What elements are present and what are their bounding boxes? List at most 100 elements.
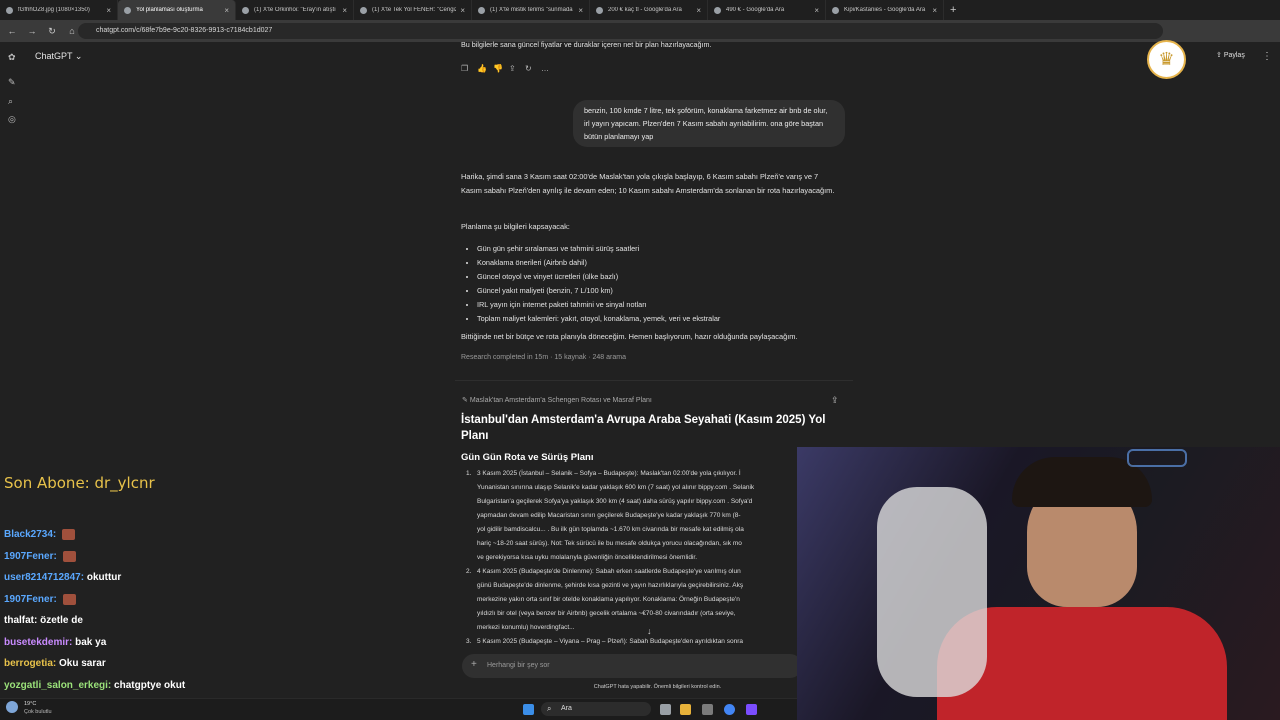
browser-tab[interactable]: (1) X'te Orkinhoi: "Eray'ın atıştı × [236,0,354,20]
share-icon[interactable]: ⇪ [509,64,525,73]
chat-username: 1907Fener: [4,593,57,605]
app-icon[interactable] [746,704,757,715]
pen-icon: ✎ [462,397,470,404]
weather-desc[interactable]: Çok bulutlu [24,709,52,715]
plan-list-item: Gün gün şehir sıralaması ve tahmini sürü… [477,242,837,256]
browser-tab[interactable]: (1) X'te mistik terims "sunmada × [472,0,590,20]
section-title: Gün Gün Rota ve Sürüş Planı [461,452,594,463]
tab-close-icon[interactable]: × [224,6,229,15]
more-icon[interactable]: … [541,64,557,73]
chat-text: Oku sarar [59,658,106,669]
emote-icon [62,529,76,540]
reload-icon[interactable]: ↻ [44,23,60,39]
back-icon[interactable]: ← [4,23,20,39]
tab-close-icon[interactable]: × [932,6,937,15]
tab-favicon-icon [596,6,603,14]
tab-favicon-icon [6,6,13,14]
tab-close-icon[interactable]: × [578,6,583,15]
tab-title: (1) X'te mistik terims "sunmada [490,7,573,13]
address-input[interactable]: chatgpt.com/c/68fe7b9e-9c20-8326-9913-c7… [78,23,1163,39]
chevron-down-icon: ⌄ [74,51,83,61]
tab-favicon-icon [714,6,721,14]
tab-favicon-icon [832,6,839,14]
webcam-feed [797,447,1280,720]
tab-title: (1) X'te Orkinhoi: "Eray'ın atıştı [254,7,336,13]
plan-heading: Planlama şu bilgileri kapsayacak: [461,222,570,231]
tab-title: 490 € - Google'da Ara [726,7,785,13]
regenerate-icon[interactable]: ↻ [525,64,541,73]
windows-taskbar: 19°C Çok bulutlu Ara ⌕ [0,698,797,720]
search-icon[interactable]: ⌕ [8,96,18,106]
plus-icon[interactable]: + [471,659,477,670]
step-line: merkezine yakın orta sınıf bir otelde ko… [477,596,740,603]
step-line: ve gerekiyorsa kısa uyku molalarıyla güv… [477,554,698,561]
tab-close-icon[interactable]: × [696,6,701,15]
thumbs-up-icon[interactable]: 👍 [477,64,493,73]
openai-logo-icon[interactable]: ✿ [8,52,18,62]
export-icon[interactable]: ⇪ [831,395,839,406]
step-line: günü Budapeşte'de dinlenme, şehirde kısa… [477,582,744,589]
chat-username: 1907Fener: [4,550,57,562]
browser-tab[interactable]: Yol planlaması oluşturma × [118,0,236,20]
weather-temp[interactable]: 19°C [24,701,36,707]
chat-message: user8214712847: okuttur [4,572,121,583]
step-line: yol gidilir bamdiscalcu... . Bu ilk gün … [477,526,744,533]
tab-title: 200 € kaç tl - Google'da Ara [608,7,682,13]
more-options-icon[interactable]: ⋮ [1262,51,1272,62]
tab-title: Kipi/Kastanies - Google'da Ara [844,7,926,13]
prompt-input[interactable]: Herhangi bir şey sor [462,654,802,678]
thumbs-down-icon[interactable]: 👎 [493,64,509,73]
chat-message: 1907Fener: [4,550,76,562]
step-line: yıldızlı bir otel (veya benzer bir Airbn… [477,610,736,617]
new-chat-icon[interactable]: ✎ [8,77,18,87]
step-line: yapmadan devam edilip Macaristan sınırı … [477,512,741,519]
weather-icon [6,701,18,713]
task-view-icon[interactable] [660,704,671,715]
forward-icon[interactable]: → [24,23,40,39]
plan-list-item: Güncel otoyol ve vinyet ücretleri (ülke … [477,270,837,284]
chat-username: thalfat: [4,615,38,626]
user-message: benzin, 100 kmde 7 litre, tek şoförüm, k… [573,100,845,147]
tab-favicon-icon [360,6,367,14]
new-tab-icon[interactable]: + [950,4,956,16]
library-icon[interactable]: ◎ [8,114,18,124]
chrome-icon[interactable] [724,704,735,715]
chat-message: berrogetia: Oku sarar [4,658,106,669]
start-icon[interactable] [523,704,534,715]
model-selector[interactable]: ChatGPT ⌄ [35,51,82,62]
browser-tab[interactable]: (1) X'te Tek Yol FENER: "Cengiz × [354,0,472,20]
tab-title: (1) X'te Tek Yol FENER: "Cengiz [372,7,457,13]
browser-tab[interactable]: 490 € - Google'da Ara × [708,0,826,20]
plan-list-item: Güncel yakıt maliyeti (benzin, 7 L/100 k… [477,284,837,298]
plan-list-item: Toplam maliyet kalemleri: yakıt, otoyol,… [477,312,837,326]
research-status[interactable]: Research completed in 15m · 15 kaynak · … [461,351,626,365]
browser-tab[interactable]: fGfhhOZ8.jpg (1080×1350) × [0,0,118,20]
report-title: İstanbul'dan Amsterdam'a Avrupa Araba Se… [461,414,826,442]
file-explorer-icon[interactable] [680,704,691,715]
search-icon: ⌕ [547,704,552,713]
copy-icon[interactable]: ❐ [461,64,477,73]
assistant-previous-text: Bu bilgilerle sana güncel fiyatlar ve du… [461,40,712,49]
store-icon[interactable] [702,704,713,715]
step-line: Bulgaristan'a geçilerek Sofya'ya yaklaşı… [477,498,753,505]
tab-close-icon[interactable]: × [814,6,819,15]
chat-username: Black2734: [4,529,57,541]
neon-sign [1127,449,1187,467]
tab-title: fGfhhOZ8.jpg (1080×1350) [18,7,90,13]
chat-message: thalfat: özetle de [4,615,83,626]
browser-tab[interactable]: Kipi/Kastanies - Google'da Ara × [826,0,944,20]
browser-tab-bar: fGfhhOZ8.jpg (1080×1350) × Yol planlaması … [0,0,1280,20]
scroll-down-icon[interactable]: ↓ [647,626,652,636]
share-button[interactable]: ⇪ Paylaş [1216,51,1245,59]
tab-close-icon[interactable]: × [106,6,111,15]
last-subscriber: Son Abone: dr_ylcnr [4,474,155,492]
chat-message: busetekdemir: bak ya [4,637,106,648]
step-line: 3 Kasım 2025 (İstanbul – Selanik – Sofya… [477,470,741,477]
chat-message: yozgatli_salon_erkegi: chatgptye okut [4,680,185,691]
tab-close-icon[interactable]: × [460,6,465,15]
tab-close-icon[interactable]: × [342,6,347,15]
browser-tab[interactable]: 200 € kaç tl - Google'da Ara × [590,0,708,20]
taskbar-search[interactable]: Ara [541,702,651,716]
avatar[interactable]: ♛ [1147,40,1186,79]
report-tag: ✎ Maslak'tan Amsterdam'a Schengen Rotası… [462,397,652,404]
